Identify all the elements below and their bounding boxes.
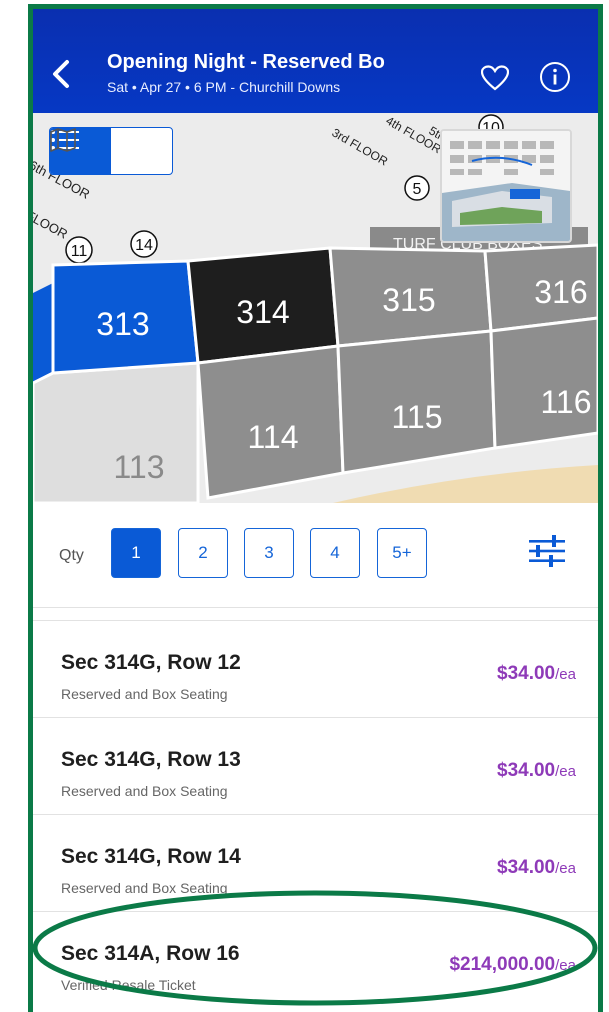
- listing-row[interactable]: Sec 314G, Row 13 Reserved and Box Seatin…: [33, 717, 598, 814]
- listing-price: $214,000.00/ea: [449, 954, 576, 975]
- listing-description: Reserved and Box Seating: [61, 880, 228, 896]
- qty-option-2[interactable]: 2: [178, 528, 228, 578]
- venue-minimap[interactable]: [440, 129, 572, 243]
- listing-section: Sec 314A, Row 16: [61, 942, 240, 965]
- listing-row[interactable]: Sec 314G, Row 12 Reserved and Box Seatin…: [33, 620, 598, 717]
- qty-option-3[interactable]: 3: [244, 528, 294, 578]
- listing-description: Verified Resale Ticket: [61, 977, 196, 993]
- quantity-selector-bar: Qty 1 2 3 4 5+: [33, 503, 598, 608]
- qty-option-5-plus[interactable]: 5+: [377, 528, 427, 578]
- listing-price: $34.00/ea: [497, 663, 576, 684]
- listing-price: $34.00/ea: [497, 760, 576, 781]
- seat-map[interactable]: TURF CLUB BOXES 6th FLOOR FLOOR 4th FLOO…: [33, 113, 598, 503]
- listing-description: Reserved and Box Seating: [61, 686, 228, 702]
- listing-row[interactable]: Sec 314G, Row 14 Reserved and Box Seatin…: [33, 814, 598, 911]
- event-title: Opening Night - Reserved Bo: [107, 51, 385, 73]
- event-subtitle: Sat • Apr 27 • 6 PM - Churchill Downs: [107, 79, 341, 95]
- section-number: 115: [391, 399, 442, 435]
- map-marker: 14: [135, 237, 153, 254]
- listing-section: Sec 314G, Row 14: [61, 845, 241, 868]
- section-number: 314: [236, 294, 289, 330]
- listing-row[interactable]: Sec 314A, Row 16 Verified Resale Ticket …: [33, 911, 598, 1008]
- event-header: Opening Night - Reserved Bo Sat • Apr 27…: [33, 9, 598, 113]
- listing-description: Reserved and Box Seating: [61, 783, 228, 799]
- info-icon[interactable]: [539, 61, 571, 93]
- qty-option-4[interactable]: 4: [310, 528, 360, 578]
- map-marker: 5: [413, 181, 422, 198]
- listing-price: $34.00/ea: [497, 857, 576, 878]
- section-number: 114: [247, 419, 298, 455]
- back-arrow-icon[interactable]: [49, 59, 73, 89]
- favorite-heart-icon[interactable]: [481, 65, 509, 91]
- qty-option-1[interactable]: 1: [111, 528, 161, 578]
- section-number: 113: [113, 449, 164, 485]
- listing-section: Sec 314G, Row 13: [61, 748, 241, 771]
- map-marker: 11: [71, 243, 88, 260]
- listing-section: Sec 314G, Row 12: [61, 651, 241, 674]
- qty-label: Qty: [59, 547, 84, 564]
- section-number: 313: [96, 306, 149, 342]
- section-number: 116: [540, 384, 591, 420]
- view-toggle: [49, 127, 173, 175]
- filter-sliders-icon[interactable]: [527, 531, 567, 571]
- section-number: 316: [534, 274, 587, 310]
- section-number: 315: [382, 282, 435, 318]
- map-view-icon[interactable]: [50, 128, 172, 174]
- app-screen: Opening Night - Reserved Bo Sat • Apr 27…: [33, 9, 598, 1012]
- section-116[interactable]: [489, 316, 598, 450]
- ticket-listings: Sec 314G, Row 12 Reserved and Box Seatin…: [33, 620, 598, 1008]
